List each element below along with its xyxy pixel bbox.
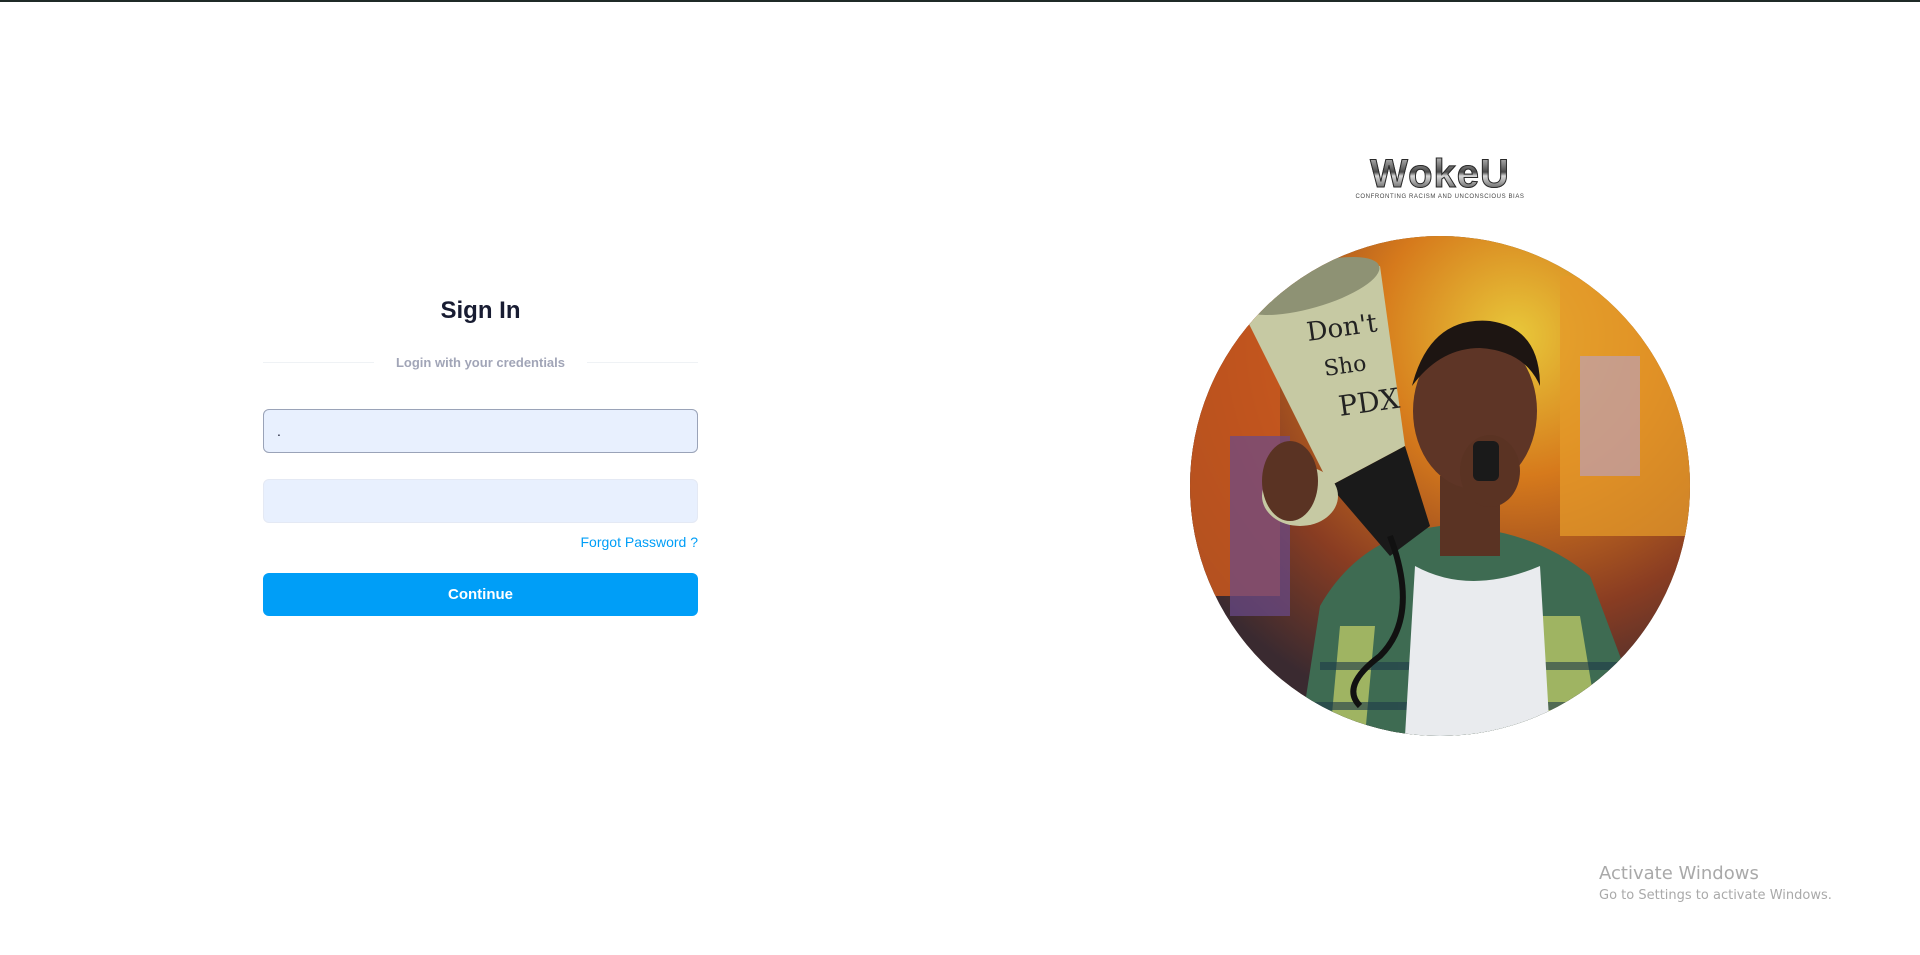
logo-wordmark: WokeU	[1352, 154, 1528, 195]
hero-image: Don't Sho PDX	[1190, 236, 1690, 736]
activate-windows-watermark: Activate Windows Go to Settings to activ…	[1599, 862, 1832, 906]
watermark-title: Activate Windows	[1599, 863, 1759, 884]
forgot-password-link[interactable]: Forgot Password ?	[581, 534, 699, 550]
forgot-password-row: Forgot Password ?	[263, 534, 699, 552]
watermark-subtitle: Go to Settings to activate Windows.	[1599, 888, 1832, 903]
page-title: Sign In	[440, 297, 521, 324]
brand-logo: WokeU CONFRONTING RACISM AND UNCONSCIOUS…	[1352, 154, 1528, 201]
credentials-separator: Login with your credentials	[263, 353, 698, 371]
email-field[interactable]	[263, 409, 698, 453]
password-field[interactable]	[263, 479, 698, 523]
logo-tagline: CONFRONTING RACISM AND UNCONSCIOUS BIAS	[1355, 194, 1525, 200]
separator-text: Login with your credentials	[395, 354, 566, 370]
protester-illustration: Don't Sho PDX	[1190, 236, 1690, 736]
continue-button[interactable]: Continue	[263, 573, 698, 616]
separator-line-left	[263, 361, 374, 363]
top-border	[0, 0, 1920, 2]
signin-form: Sign In Login with your credentials Forg…	[263, 292, 698, 616]
separator-line-right	[587, 361, 698, 363]
